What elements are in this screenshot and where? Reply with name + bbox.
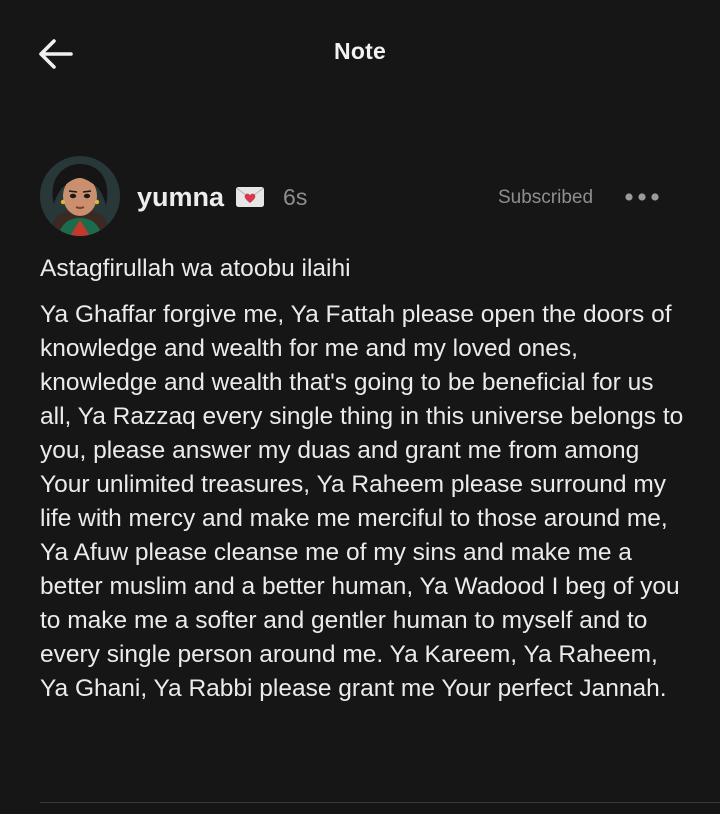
top-bar: Note — [0, 0, 720, 108]
more-options-button[interactable] — [618, 180, 666, 214]
author-name[interactable]: yumna — [137, 182, 224, 213]
note-paragraph: Ya Ghaffar forgive me, Ya Fattah please … — [40, 301, 684, 702]
envelope-heart-icon — [235, 186, 265, 208]
timestamp: 6s — [283, 183, 308, 210]
divider — [40, 802, 720, 803]
page-title: Note — [334, 38, 386, 64]
subscription-status[interactable]: Subscribed — [498, 187, 593, 209]
avatar-illustration — [40, 156, 120, 236]
note-paragraph: Astagfirullah wa atoobu ilaihi — [40, 255, 351, 282]
more-horizontal-icon — [625, 193, 659, 201]
note-header: yumna 6s Subscribed — [40, 156, 680, 238]
note-body: Astagfirullah wa atoobu ilaihi Ya Ghaffa… — [40, 252, 690, 718]
avatar[interactable] — [40, 156, 120, 236]
author-row: yumna 6s — [137, 182, 307, 212]
